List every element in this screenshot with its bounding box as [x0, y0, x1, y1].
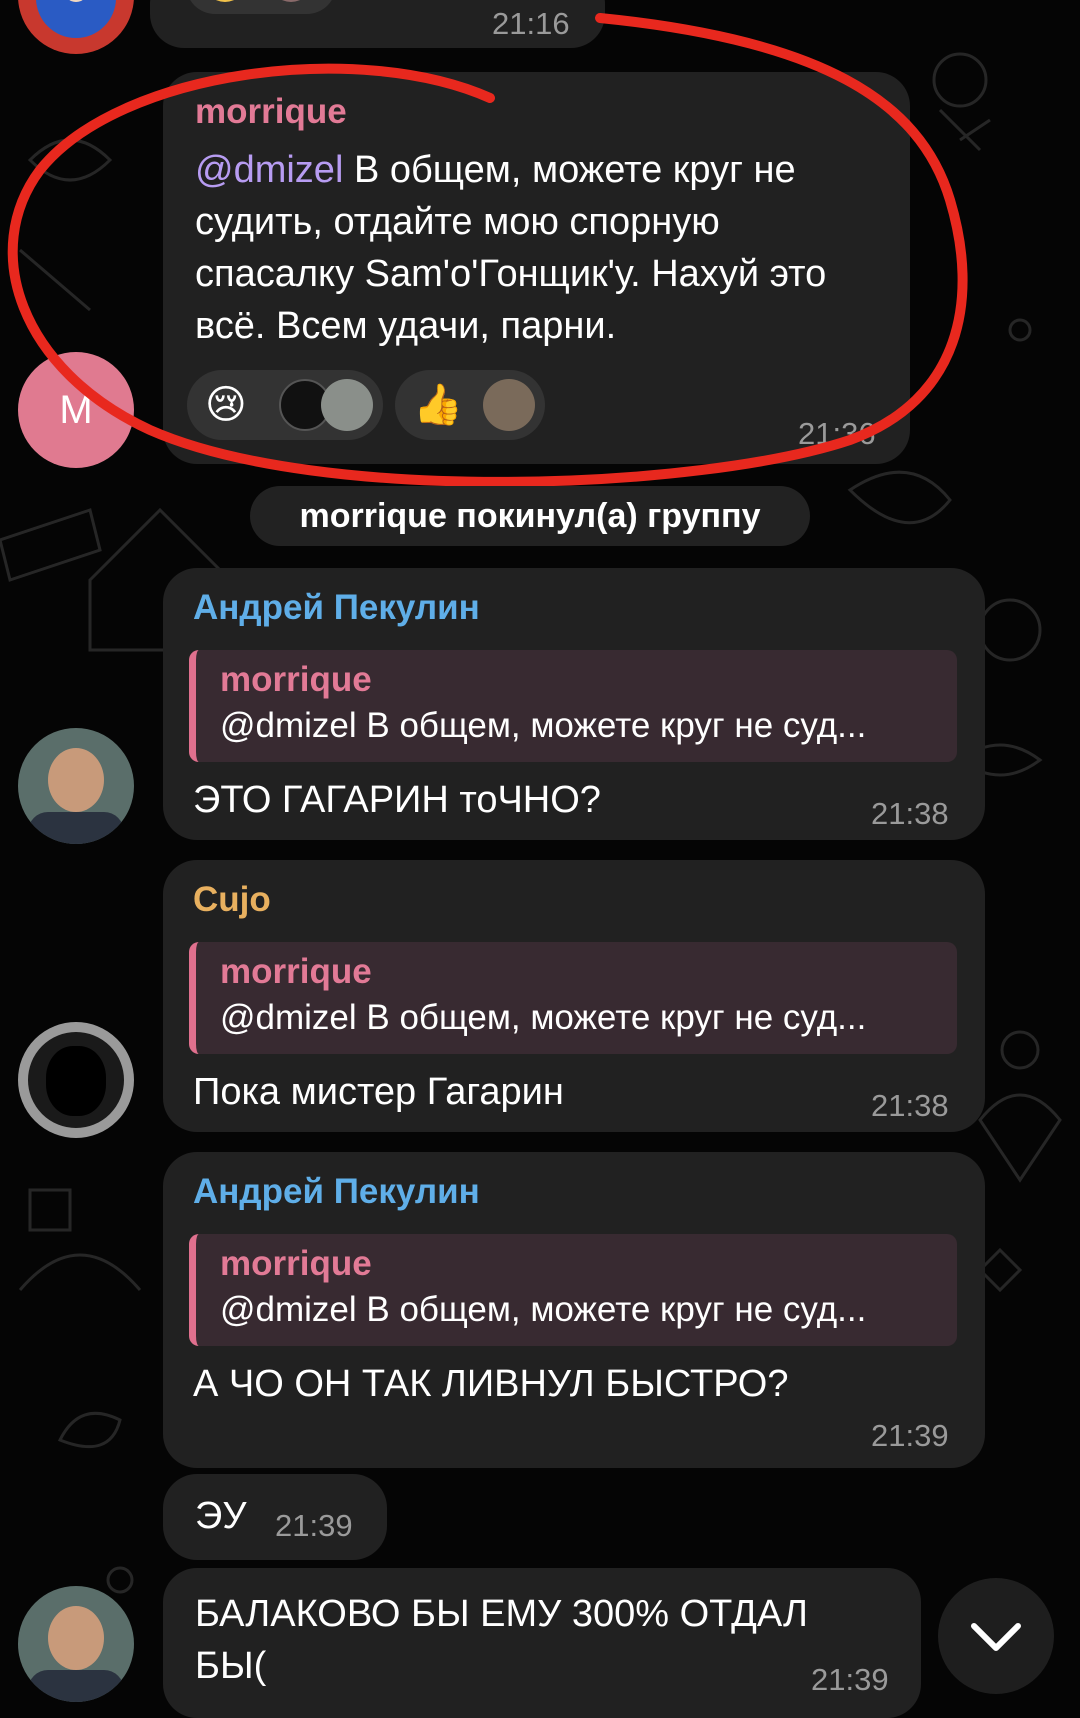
message-time: 21:38: [871, 796, 949, 831]
message-bubble[interactable]: Андрей Пекулин morrique @dmizel В общем,…: [163, 1152, 985, 1468]
message-bubble[interactable]: ЭУ 21:39: [163, 1474, 387, 1560]
annotation-circle: [7, 13, 968, 487]
scroll-to-bottom-button[interactable]: [938, 1578, 1054, 1694]
message-text: ЭТО ГАГАРИН тоЧНО?: [193, 779, 601, 821]
message-text: Пока мистер Гагарин: [193, 1071, 564, 1113]
reply-text: @dmizel В общем, можете круг не суд...: [220, 1290, 867, 1329]
sender-name: Cujo: [193, 880, 271, 919]
message-bubble[interactable]: Андрей Пекулин morrique @dmizel В общем,…: [163, 568, 985, 840]
chevron-down-icon: [971, 1623, 1021, 1651]
message-text: А ЧО ОН ТАК ЛИВНУЛ БЫСТРО?: [193, 1363, 789, 1405]
message-bubble[interactable]: Cujo morrique @dmizel В общем, можете кр…: [163, 860, 985, 1132]
message-time: 21:38: [871, 1088, 949, 1123]
reply-quote[interactable]: morrique @dmizel В общем, можете круг не…: [189, 1234, 957, 1346]
sender-name: Андрей Пекулин: [193, 588, 480, 627]
message-bubble[interactable]: БАЛАКОВО БЫ ЕМУ 300% ОТДАЛ БЫ( 21:39: [163, 1568, 921, 1718]
reply-sender: morrique: [220, 1244, 372, 1283]
message-text: БАЛАКОВО БЫ ЕМУ 300% ОТДАЛ БЫ(: [195, 1588, 808, 1692]
message-text: ЭУ: [195, 1495, 247, 1537]
message-time: 21:39: [275, 1508, 353, 1543]
sender-name: Андрей Пекулин: [193, 1172, 480, 1211]
reply-quote[interactable]: morrique @dmizel В общем, можете круг не…: [189, 650, 957, 762]
message-time: 21:39: [811, 1662, 889, 1697]
avatar-andrey[interactable]: [18, 728, 134, 844]
message-line: БЫ(: [195, 1645, 267, 1687]
message-line: БАЛАКОВО БЫ ЕМУ 300% ОТДАЛ: [195, 1593, 808, 1635]
reply-sender: morrique: [220, 660, 372, 699]
avatar-andrey[interactable]: [18, 1586, 134, 1702]
avatar-cujo[interactable]: [18, 1022, 134, 1138]
reply-quote[interactable]: morrique @dmizel В общем, можете круг не…: [189, 942, 957, 1054]
reply-text: @dmizel В общем, можете круг не суд...: [220, 706, 867, 745]
reply-text: @dmizel В общем, можете круг не суд...: [220, 998, 867, 1037]
reply-sender: morrique: [220, 952, 372, 991]
message-time: 21:39: [871, 1418, 949, 1453]
system-message: morrique покинул(а) группу: [250, 486, 810, 546]
